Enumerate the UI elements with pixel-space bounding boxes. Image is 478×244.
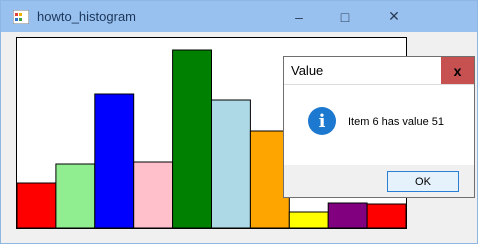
dialog-close-button[interactable]: x xyxy=(441,57,474,84)
maximize-icon: □ xyxy=(340,8,350,25)
histogram-bar[interactable] xyxy=(55,163,96,228)
dialog-message: Item 6 has value 51 xyxy=(348,116,445,128)
histogram-bar[interactable] xyxy=(327,202,368,228)
histogram-bar[interactable] xyxy=(94,93,135,228)
close-icon: x xyxy=(453,62,462,79)
value-dialog: Value x i Item 6 has value 51 OK xyxy=(283,56,475,198)
close-button[interactable]: ✕ xyxy=(371,1,417,32)
histogram-bar[interactable] xyxy=(366,203,406,228)
dialog-body: i Item 6 has value 51 xyxy=(284,85,474,165)
app-icon xyxy=(13,10,29,24)
maximize-button[interactable]: □ xyxy=(322,1,368,32)
info-icon-glyph: i xyxy=(318,110,326,132)
histogram-bar[interactable] xyxy=(133,161,174,228)
histogram-bar[interactable] xyxy=(288,211,329,228)
histogram-bar[interactable] xyxy=(211,99,251,228)
window-title: howto_histogram xyxy=(37,9,136,24)
ok-button[interactable]: OK xyxy=(387,171,459,192)
dialog-title: Value xyxy=(291,63,324,78)
minimize-icon: – xyxy=(295,8,303,25)
histogram-bar[interactable] xyxy=(17,182,57,228)
histogram-bar[interactable] xyxy=(172,49,213,228)
title-bar[interactable]: howto_histogram – □ ✕ xyxy=(1,1,477,32)
info-icon: i xyxy=(308,107,336,135)
dialog-title-bar[interactable]: Value x xyxy=(284,57,474,85)
close-icon: ✕ xyxy=(388,8,400,24)
minimize-button[interactable]: – xyxy=(276,1,322,32)
